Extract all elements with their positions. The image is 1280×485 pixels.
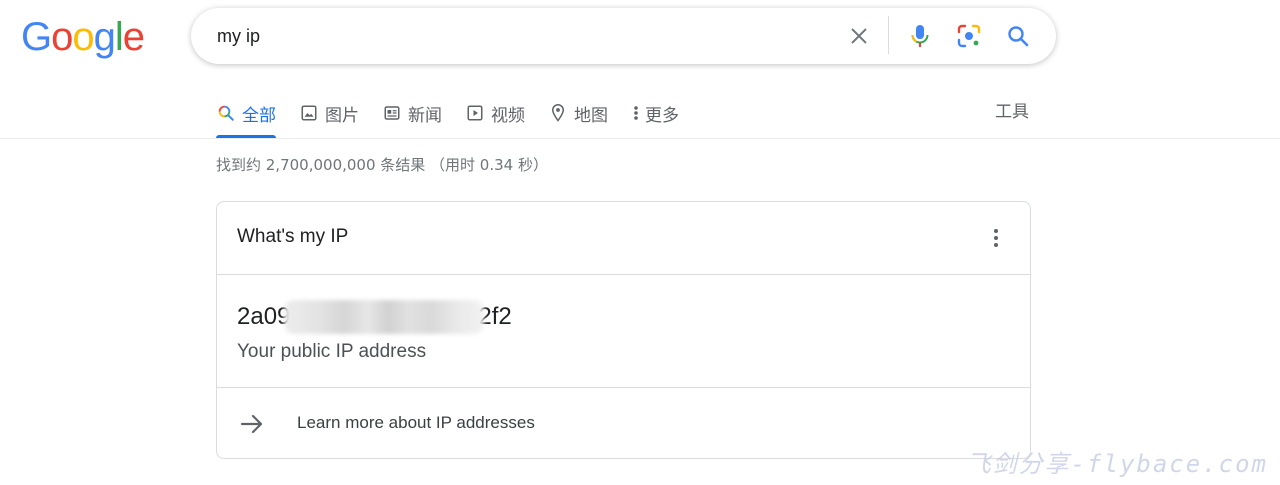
- tab-all[interactable]: 全部: [216, 88, 276, 138]
- result-stats: 找到约 2,700,000,000 条结果 （用时 0.34 秒）: [216, 156, 548, 174]
- search-divider: [888, 16, 889, 54]
- more-vert-icon: [631, 103, 641, 123]
- learn-more-label: Learn more about IP addresses: [297, 413, 535, 432]
- ip-redaction-blur: [284, 300, 485, 334]
- search-icon[interactable]: [1004, 22, 1032, 50]
- logo-letter-e: e: [122, 15, 145, 59]
- search-input[interactable]: [217, 8, 817, 64]
- video-icon: [465, 103, 485, 123]
- tab-images[interactable]: 图片: [299, 88, 359, 138]
- ip-caption: Your public IP address: [237, 341, 427, 362]
- tab-videos-label: 视频: [491, 105, 525, 126]
- logo-letter-l: l: [114, 15, 124, 59]
- ip-card-title: What's my IP: [237, 226, 349, 247]
- watermark: 飞剑分享-flybace.com: [966, 450, 1268, 478]
- ip-card-body: 2a09 2f2 Your public IP address: [217, 275, 1030, 388]
- tabs-divider: [0, 138, 1280, 139]
- map-pin-icon: [548, 103, 568, 123]
- search-icon: [216, 103, 236, 123]
- tab-maps-label: 地图: [574, 105, 608, 126]
- close-icon[interactable]: [845, 22, 873, 50]
- tab-news-label: 新闻: [408, 105, 442, 126]
- ip-address-prefix: 2a09: [237, 303, 291, 330]
- tab-more-label: 更多: [645, 105, 679, 126]
- image-icon: [299, 103, 319, 123]
- tools-button[interactable]: 工具: [995, 88, 1029, 138]
- logo-letter-g2: g: [93, 15, 116, 59]
- tab-all-label: 全部: [242, 105, 276, 126]
- arrow-right-icon: [239, 411, 265, 437]
- tab-maps[interactable]: 地图: [548, 88, 608, 138]
- logo-letter-o2: o: [72, 15, 94, 59]
- search-box: [191, 8, 1056, 64]
- ip-address: 2a09 2f2: [237, 300, 512, 334]
- logo-letter-g: G: [21, 15, 52, 59]
- tab-videos[interactable]: 视频: [465, 88, 525, 138]
- camera-lens-icon[interactable]: [955, 22, 983, 50]
- tab-images-label: 图片: [325, 105, 359, 126]
- more-vert-icon[interactable]: [984, 224, 1008, 252]
- news-icon: [382, 103, 402, 123]
- ip-card-header: What's my IP: [217, 202, 1030, 275]
- logo-letter-o1: o: [51, 15, 73, 59]
- learn-more-link[interactable]: Learn more about IP addresses: [217, 388, 1030, 459]
- tab-more[interactable]: 更多: [631, 88, 679, 138]
- tab-news[interactable]: 新闻: [382, 88, 442, 138]
- ip-card: What's my IP 2a09 2f2 Your public IP add…: [216, 201, 1031, 459]
- google-logo[interactable]: Google: [21, 14, 145, 60]
- microphone-icon[interactable]: [906, 22, 934, 50]
- search-tabs: 全部 图片 新闻 视频 地图 更多: [216, 88, 702, 138]
